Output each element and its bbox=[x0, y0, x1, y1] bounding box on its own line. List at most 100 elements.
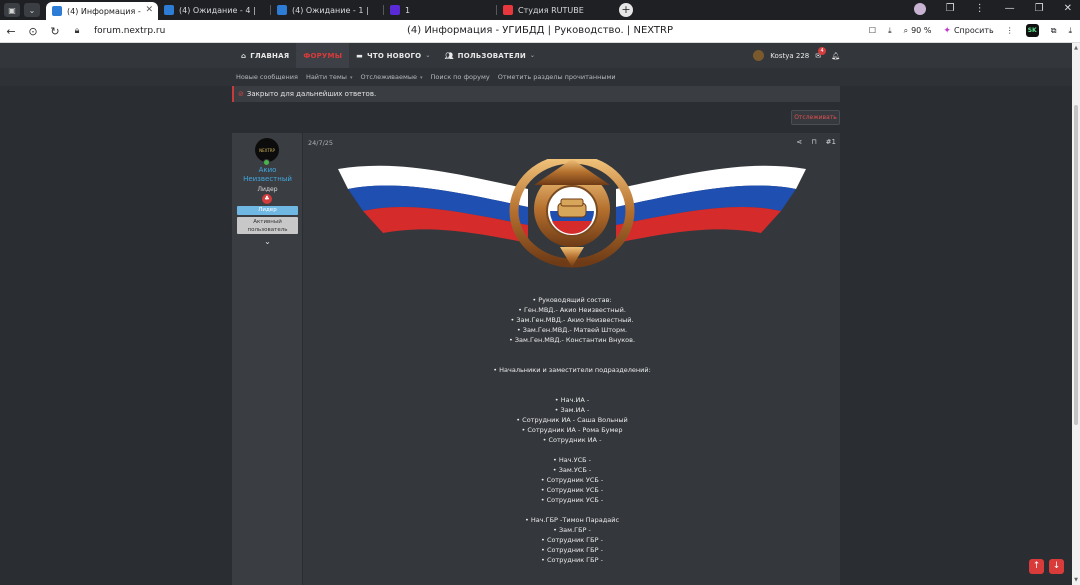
tab-favicon-icon bbox=[503, 5, 513, 15]
post-line: • Сотрудник ИА - Рома Бумер bbox=[521, 426, 623, 434]
forum-nav-bar: ⌂ ГЛАВНАЯ ФОРУМЫ ▬ ЧТО НОВОГО ⌄ 👥︎ ПОЛЬЗОВАТЕЛИ… bbox=[0, 43, 1072, 68]
tab-favicon-icon bbox=[277, 5, 287, 15]
more-icon[interactable]: ⋮ bbox=[1006, 26, 1014, 35]
post-line: • Зам.Ген.МВД.- Акио Неизвестный. bbox=[510, 316, 634, 324]
post-line: • Сотрудник ГБР - bbox=[541, 536, 603, 544]
reload-icon[interactable]: ↻ bbox=[44, 25, 66, 38]
scroll-up-icon[interactable]: ▲ bbox=[1072, 45, 1080, 51]
author-name[interactable]: Акио Неизвестный bbox=[232, 166, 303, 184]
scroll-thumb[interactable] bbox=[1074, 105, 1078, 425]
post-line: • Нач.ГБР -Тимон Парадайс bbox=[524, 516, 620, 524]
post-line: • Ген.МВД.- Акио Неизвестный. bbox=[518, 306, 626, 314]
nav-item[interactable]: 👥︎ ПОЛЬЗОВАТЕЛИ ⌄ bbox=[438, 43, 543, 68]
lock-icon: 🔒︎ bbox=[74, 26, 80, 36]
watch-thread-button[interactable]: Отслеживать bbox=[791, 110, 840, 125]
sidebar-icon[interactable]: ⧉ bbox=[1051, 26, 1057, 36]
post-line: • Начальники и заместители подразделений… bbox=[493, 366, 651, 374]
post-number[interactable]: #1 bbox=[826, 138, 836, 146]
maximize-icon[interactable]: ❐ bbox=[1035, 3, 1044, 15]
chevron-down-icon: ⌄ bbox=[425, 52, 431, 59]
zoom-icon: ⌕ bbox=[903, 25, 909, 35]
shield-icon[interactable]: ⊙ bbox=[22, 25, 44, 38]
page-scrollbar[interactable]: ▲ ▼ bbox=[1072, 43, 1080, 585]
tab-favicon-icon bbox=[52, 6, 62, 16]
scroll-bottom-button[interactable]: ↓ bbox=[1049, 559, 1064, 574]
post-line: • Зам.УСБ - bbox=[552, 466, 592, 474]
role-icon: ♣ bbox=[262, 194, 272, 204]
nav-item[interactable]: ФОРУМЫ bbox=[296, 43, 350, 68]
post-line: • Зам.Ген.МВД.- Константин Внуков. bbox=[508, 336, 636, 344]
post-date[interactable]: 24/7/25 bbox=[308, 139, 333, 147]
post-line: • Сотрудник УСБ - bbox=[540, 476, 604, 484]
url-text[interactable]: forum.nextrp.ru bbox=[94, 26, 165, 36]
download-manager-icon[interactable]: ⤓ bbox=[1068, 26, 1072, 36]
post-line: • Зам.ИА - bbox=[554, 406, 590, 414]
tab-actions-button[interactable]: ▣ bbox=[4, 3, 20, 17]
expand-chevron-icon[interactable]: ⌄ bbox=[232, 237, 303, 246]
collections-icon[interactable]: ❐ bbox=[946, 3, 955, 15]
gibdd-emblem-image bbox=[338, 159, 806, 268]
menu-icon[interactable]: ⋮ bbox=[975, 3, 985, 15]
profile-avatar[interactable] bbox=[913, 3, 926, 15]
post-line: • Сотрудник ИА - Саша Вольный bbox=[516, 416, 628, 424]
subnav-link[interactable]: Отметить разделы прочитанными bbox=[498, 73, 616, 81]
post-line: • Сотрудник УСБ - bbox=[540, 496, 604, 504]
minimize-icon[interactable]: — bbox=[1005, 3, 1015, 15]
user-name[interactable]: Kostya 228 bbox=[770, 52, 809, 60]
nav-item[interactable]: ⌂ ГЛАВНАЯ bbox=[234, 43, 296, 68]
chevron-down-icon: ▾ bbox=[420, 75, 423, 81]
post-line: • Нач.УСБ - bbox=[552, 456, 592, 464]
back-icon[interactable]: ← bbox=[0, 25, 22, 38]
scroll-top-button[interactable]: ↑ bbox=[1029, 559, 1044, 574]
post-line: • Зам.Ген.МВД.- Матвей Шторм. bbox=[516, 326, 628, 334]
post-line: • Сотрудник УСБ - bbox=[540, 486, 604, 494]
subnav-link[interactable]: Новые сообщения bbox=[236, 73, 298, 81]
online-indicator bbox=[263, 159, 270, 166]
post-author-panel: NEXTRP Акио Неизвестный Лидер ♣ Лидер Ак… bbox=[232, 133, 303, 585]
user-avatar[interactable] bbox=[753, 50, 765, 61]
post-line bbox=[304, 375, 840, 385]
download-icon[interactable]: ⤓ bbox=[888, 26, 892, 36]
chat-icon: ▬ bbox=[356, 51, 363, 60]
new-tab-button[interactable]: + bbox=[619, 3, 633, 17]
close-window-icon[interactable]: ✕ bbox=[1064, 3, 1072, 15]
chevron-down-icon: ⌄ bbox=[529, 52, 536, 59]
bookmark-icon[interactable]: ⊓ bbox=[811, 138, 816, 146]
post-line bbox=[304, 355, 840, 365]
home-icon: ⌂ bbox=[241, 51, 247, 60]
tab-list: (4) Информация - УГИ✕(4) Ожидание - 4 | … bbox=[46, 0, 609, 20]
post-line bbox=[304, 345, 840, 355]
nav-item[interactable]: ▬ ЧТО НОВОГО ⌄ bbox=[349, 43, 437, 68]
forum-page: ⌂ ГЛАВНАЯ ФОРУМЫ ▬ ЧТО НОВОГО ⌄ 👥︎ ПОЛЬЗОВАТЕЛИ… bbox=[0, 43, 1072, 585]
sparkle-icon: ✦ bbox=[943, 25, 951, 36]
scroll-down-icon[interactable]: ▼ bbox=[1072, 577, 1080, 583]
ask-button[interactable]: ✦ Спросить bbox=[943, 26, 993, 36]
share-icon[interactable]: ⋖ bbox=[796, 138, 802, 146]
browser-tab[interactable]: (4) Ожидание - 4 | NEXTR bbox=[158, 1, 270, 19]
forum-nav: ⌂ ГЛАВНАЯ ФОРУМЫ ▬ ЧТО НОВОГО ⌄ 👥︎ ПОЛЬЗОВАТЕЛИ… bbox=[234, 43, 840, 68]
browser-tab[interactable]: (4) Ожидание - 1 | NEXTR bbox=[271, 1, 383, 19]
inbox-button[interactable]: ✉ 4 bbox=[815, 46, 827, 60]
address-bar: ← ⊙ ↻ 🔒︎ forum.nextrp.ru (4) Информация … bbox=[0, 20, 1080, 43]
chevron-down-icon: ▾ bbox=[349, 75, 353, 81]
bookmark-icon[interactable]: ☐ bbox=[869, 26, 876, 35]
subnav-links: Новые сообщения Найти темы ▾ Отслеживаемые ▾… bbox=[236, 68, 616, 86]
subnav-link[interactable]: Отслеживаемые ▾ bbox=[360, 73, 422, 81]
subnav-link[interactable]: Поиск по форуму bbox=[431, 73, 490, 81]
browser-tab[interactable]: 1 bbox=[384, 1, 496, 19]
post-line bbox=[304, 385, 840, 395]
zoom-control[interactable]: ⌕ 90 % bbox=[904, 26, 932, 36]
address-bar-tools: ☐ ⤓ ⌕ 90 % ✦ Спросить ⋮ SK ⧉ ⤓ bbox=[869, 24, 1072, 37]
mail-count-badge: 4 bbox=[818, 46, 827, 55]
extension-badge[interactable]: SK bbox=[1025, 24, 1039, 37]
user-menu: Kostya 228 ✉ 4 🔔︎ bbox=[753, 43, 840, 68]
close-tab-icon[interactable]: ✕ bbox=[145, 5, 153, 15]
browser-tab[interactable]: Студия RUTUBE bbox=[497, 1, 609, 19]
bell-icon[interactable]: 🔔︎ bbox=[831, 52, 840, 60]
subnav-link[interactable]: Найти темы ▾ bbox=[306, 73, 353, 81]
closed-notice: ⊘ Закрыто для дальнейших ответов. bbox=[232, 86, 840, 102]
tab-list-button[interactable]: ⌄ bbox=[24, 3, 40, 17]
browser-tab[interactable]: (4) Информация - УГИ✕ bbox=[46, 2, 158, 20]
post-body: 24/7/25 ⋖ ⊓ #1 • Руководящий состав: • Г… bbox=[304, 133, 840, 585]
post-content: • Руководящий состав: • Ген.МВД.- Акио Не… bbox=[304, 295, 840, 565]
